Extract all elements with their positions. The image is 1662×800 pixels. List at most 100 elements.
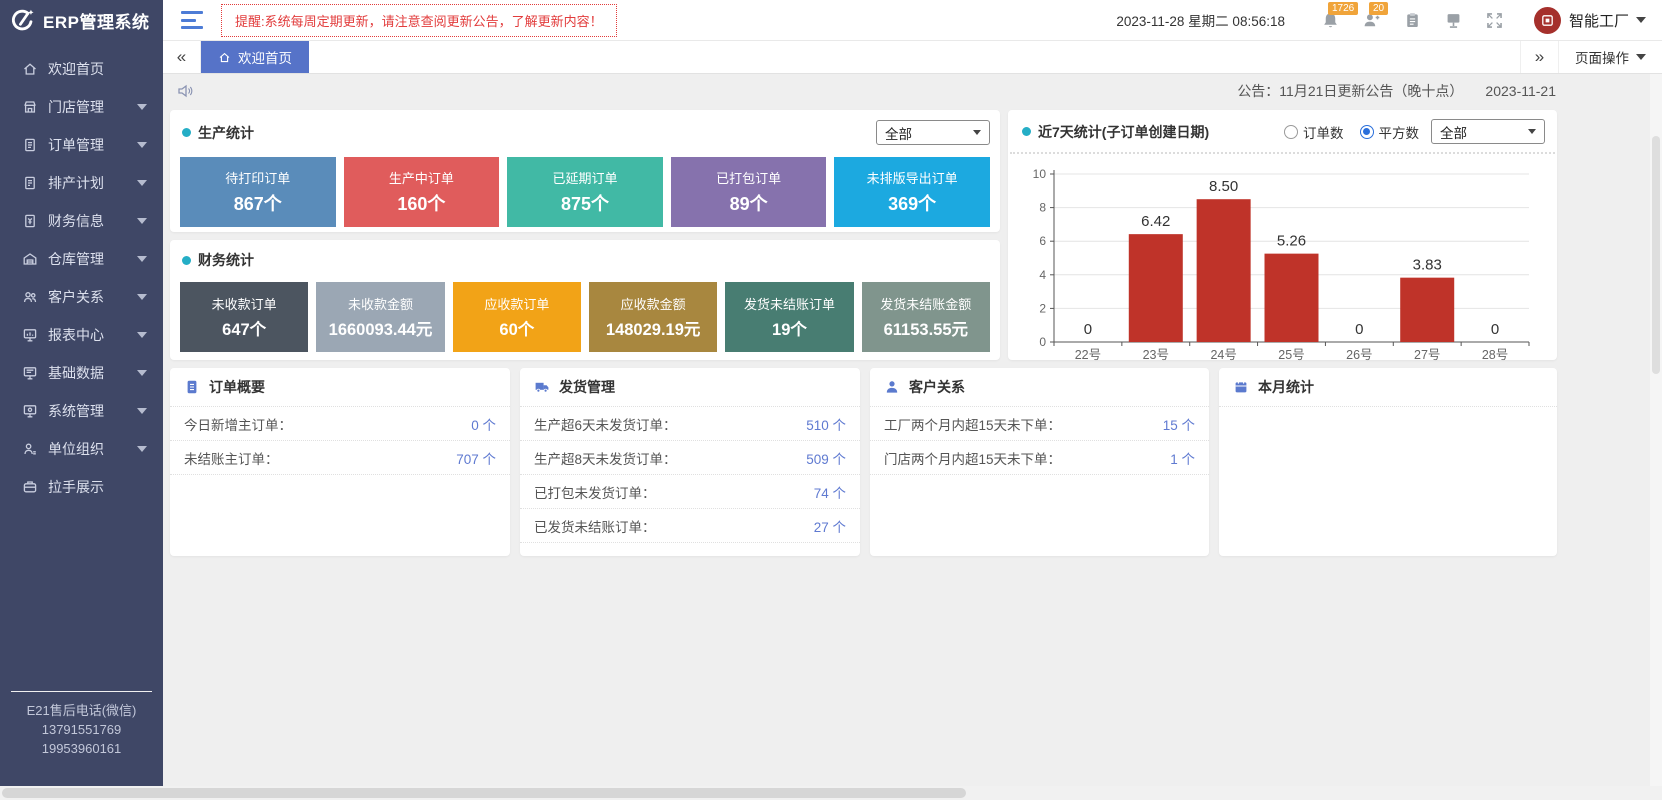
- finance-stat-card[interactable]: 发货未结账订单19个: [725, 282, 853, 352]
- fullscreen-button[interactable]: [1485, 11, 1504, 30]
- sidebar-item-plan[interactable]: 排产计划: [0, 164, 163, 202]
- row-count-link[interactable]: 74 个: [814, 482, 846, 502]
- messages-button[interactable]: 20: [1362, 11, 1381, 30]
- stat-card-value: 160个: [397, 190, 445, 216]
- finance-stat-card[interactable]: 应收款金额148029.19元: [589, 282, 717, 352]
- production-stat-card[interactable]: 未排版导出订单369个: [834, 157, 990, 227]
- tab-label: 欢迎首页: [238, 47, 292, 67]
- bar-23号[interactable]: [1129, 234, 1183, 342]
- row-count-link[interactable]: 27 个: [814, 516, 846, 536]
- sidebar-item-handle[interactable]: 拉手展示: [0, 468, 163, 506]
- vertical-scrollbar[interactable]: [1650, 74, 1662, 786]
- speaker-icon[interactable]: [176, 82, 194, 100]
- home-icon: [22, 61, 38, 77]
- sidebar-item-org[interactable]: 单位组织: [0, 430, 163, 468]
- weekly-chart-title: 近7天统计(子订单创建日期): [1038, 122, 1209, 142]
- radio-order-count[interactable]: 订单数: [1284, 122, 1344, 142]
- truck-icon: [534, 379, 550, 395]
- customer-icon: [22, 289, 38, 305]
- menu-toggle-icon[interactable]: [181, 11, 203, 29]
- tabs-scroll-right-button[interactable]: »: [1520, 41, 1558, 73]
- chevron-down-icon: [1528, 129, 1536, 134]
- list-item: 生产超6天未发货订单：510 个: [520, 407, 860, 441]
- notifications-button[interactable]: 1726: [1321, 11, 1340, 30]
- bar-24号[interactable]: [1197, 199, 1251, 342]
- row-count-link[interactable]: 15 个: [1163, 414, 1195, 434]
- sidebar-item-label: 订单管理: [48, 135, 104, 155]
- stat-card-label: 未排版导出订单: [867, 168, 958, 187]
- row-count-link[interactable]: 510 个: [806, 414, 846, 434]
- row-count-link[interactable]: 0 个: [471, 414, 496, 434]
- announcement-text[interactable]: 公告：11月21日更新公告（晚十点）: [1237, 81, 1463, 101]
- row-label: 已打包未发货订单：: [534, 482, 656, 502]
- sidebar-menu: 欢迎首页门店管理订单管理排产计划财务信息仓库管理客户关系报表中心基础数据系统管理…: [0, 41, 163, 506]
- horizontal-scrollbar-thumb[interactable]: [2, 788, 966, 798]
- svg-text:25号: 25号: [1278, 348, 1304, 362]
- sidebar-item-customer[interactable]: 客户关系: [0, 278, 163, 316]
- panel-title: 客户关系: [909, 377, 965, 397]
- sidebar-item-warehouse[interactable]: 仓库管理: [0, 240, 163, 278]
- sidebar-item-home[interactable]: 欢迎首页: [0, 50, 163, 88]
- finance-stat-card[interactable]: 未收款订单647个: [180, 282, 308, 352]
- production-stat-card[interactable]: 生产中订单 160个: [344, 157, 500, 227]
- sidebar-item-order[interactable]: 订单管理: [0, 126, 163, 164]
- chevron-down-icon: [973, 130, 981, 135]
- stat-card-label: 已延期订单: [552, 168, 617, 187]
- finance-cards: 未收款订单647个未收款金额1660093.44元应收款订单60个应收款金额14…: [170, 270, 1000, 352]
- bar-27号[interactable]: [1400, 278, 1454, 342]
- sidebar-item-label: 排产计划: [48, 173, 104, 193]
- svg-text:4: 4: [1039, 268, 1046, 282]
- sidebar-item-store[interactable]: 门店管理: [0, 88, 163, 126]
- footer-divider: [11, 691, 152, 692]
- chart-filter-select[interactable]: 全部: [1431, 119, 1545, 144]
- panel-header: 订单概要: [170, 368, 510, 407]
- panel-title: 本月统计: [1258, 377, 1314, 397]
- finance-stat-card[interactable]: 发货未结账金额61153.55元: [862, 282, 990, 352]
- announcement-row: 公告：11月21日更新公告（晚十点） 2023-11-21: [163, 74, 1662, 107]
- row-count-link[interactable]: 1 个: [1170, 448, 1195, 468]
- sidebar-item-data[interactable]: 基础数据: [0, 354, 163, 392]
- main-content: 公告：11月21日更新公告（晚十点） 2023-11-21 生产统计 全部 待打…: [163, 74, 1662, 786]
- bar-25号[interactable]: [1265, 254, 1319, 342]
- notifications-badge: 1726: [1328, 2, 1358, 15]
- tabs-scroll-left-button[interactable]: «: [163, 41, 201, 73]
- stat-card-value: 148029.19元: [606, 316, 701, 340]
- svg-text:2: 2: [1039, 301, 1046, 315]
- sidebar-item-label: 报表中心: [48, 325, 104, 345]
- chevron-down-icon: [137, 408, 147, 414]
- sidebar-item-finance[interactable]: 财务信息: [0, 202, 163, 240]
- production-stat-card[interactable]: 待打印订单867个: [180, 157, 336, 227]
- row-label: 今日新增主订单：: [184, 414, 292, 434]
- stat-card-label: 生产中订单: [389, 168, 454, 187]
- account-menu[interactable]: 智能工厂: [1534, 7, 1646, 34]
- announcement-date: 2023-11-21: [1485, 83, 1556, 99]
- plan-icon: [22, 175, 38, 191]
- horizontal-scrollbar[interactable]: [0, 786, 1662, 800]
- sidebar-item-report[interactable]: 报表中心: [0, 316, 163, 354]
- svg-text:22号: 22号: [1075, 348, 1101, 362]
- section-dot-icon: [1022, 127, 1031, 136]
- production-stats-panel: 生产统计 全部 待打印订单867个生产中订单160个已延期订单875个已打包订单…: [170, 110, 1000, 232]
- sidebar-item-label: 单位组织: [48, 439, 104, 459]
- radio-square-count[interactable]: 平方数: [1360, 122, 1420, 142]
- chevron-down-icon: [137, 294, 147, 300]
- finance-stat-card[interactable]: 未收款金额1660093.44元: [316, 282, 444, 352]
- org-icon: [22, 441, 38, 457]
- row-count-link[interactable]: 707 个: [456, 448, 496, 468]
- print-button[interactable]: [1444, 11, 1463, 30]
- system-icon: [22, 403, 38, 419]
- row-label: 未结账主订单：: [184, 448, 279, 468]
- tab-welcome-home[interactable]: 欢迎首页: [201, 41, 309, 73]
- tasks-button[interactable]: [1403, 11, 1422, 30]
- row-label: 门店两个月内超15天未下单：: [884, 448, 1061, 468]
- page-actions-dropdown[interactable]: 页面操作: [1558, 41, 1662, 73]
- sidebar-item-system[interactable]: 系统管理: [0, 392, 163, 430]
- finance-stat-card[interactable]: 应收款订单60个: [453, 282, 581, 352]
- section-dot-icon: [182, 128, 191, 137]
- vertical-scrollbar-thumb[interactable]: [1652, 136, 1660, 374]
- production-stat-card[interactable]: 已延期订单875个: [507, 157, 663, 227]
- production-filter-select[interactable]: 全部: [876, 120, 990, 145]
- row-count-link[interactable]: 509 个: [806, 448, 846, 468]
- row-label: 工厂两个月内超15天未下单：: [884, 414, 1061, 434]
- production-stat-card[interactable]: 已打包订单89个: [671, 157, 827, 227]
